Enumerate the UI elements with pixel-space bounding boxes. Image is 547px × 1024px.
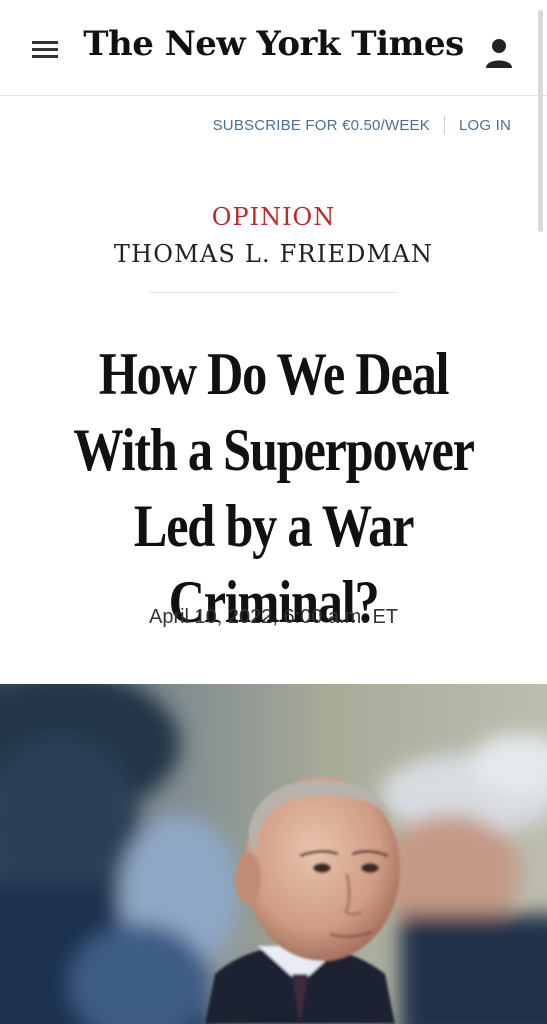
publish-date: April 10, 2022, 6:00 a.m. ET <box>148 606 399 628</box>
user-account-icon[interactable] <box>482 36 516 72</box>
subscribe-link[interactable]: SUBSCRIBE FOR €0.50/WEEK <box>213 117 430 134</box>
subscribe-bar: SUBSCRIBE FOR €0.50/WEEK LOG IN <box>213 116 511 134</box>
section-kicker[interactable]: OPINION <box>0 203 547 231</box>
divider <box>150 292 396 293</box>
divider <box>443 116 445 134</box>
article-headline: How Do We Deal With a Superpower Led by … <box>73 341 475 635</box>
scrollbar[interactable] <box>538 10 543 232</box>
login-link[interactable]: LOG IN <box>459 117 511 134</box>
nyt-logo[interactable]: The New York Times <box>0 24 547 64</box>
top-bar: The New York Times <box>0 0 547 96</box>
author-byline[interactable]: THOMAS L. FRIEDMAN <box>0 240 547 268</box>
lead-photo <box>0 684 547 1024</box>
